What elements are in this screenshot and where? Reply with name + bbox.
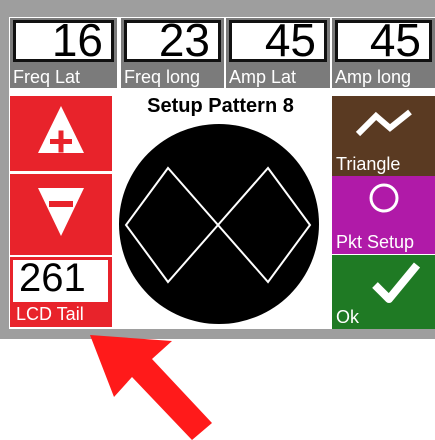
amp-lat-box[interactable]: 45 Amp Lat [226, 14, 330, 88]
ok-label: Ok [336, 307, 360, 327]
pkt-setup-label: Pkt Setup [336, 232, 415, 252]
wave-icon [355, 109, 412, 137]
lcd-tail-value: 261 [19, 256, 86, 300]
amp-long-value: 45 [369, 14, 421, 66]
triangle-label: Triangle [336, 154, 401, 174]
decrease-button[interactable] [10, 174, 112, 255]
increase-button[interactable] [10, 96, 112, 171]
amp-long-label: Amp long [335, 67, 412, 87]
triangle-button[interactable]: Triangle [332, 96, 435, 176]
freq-long-value-box: 23 [124, 14, 221, 66]
amp-lat-value-box: 45 [229, 14, 327, 66]
freq-long-label: Freq long [124, 67, 201, 87]
page-title: Setup Pattern 8 [147, 95, 294, 117]
ok-button[interactable]: Ok [332, 255, 435, 329]
freq-lat-box[interactable]: 16 Freq Lat [10, 14, 117, 88]
freq-long-box[interactable]: 23 Freq long [121, 14, 224, 88]
lcd-tail-value-box: 261 [13, 256, 108, 302]
amp-long-value-box: 45 [335, 14, 432, 66]
amp-lat-value: 45 [264, 14, 316, 66]
amp-long-box[interactable]: 45 Amp long [332, 14, 435, 88]
pattern-preview [119, 124, 319, 324]
plus-icon [38, 106, 84, 153]
freq-lat-label: Freq Lat [13, 67, 81, 87]
freq-lat-value: 16 [51, 14, 103, 66]
circle-icon [369, 183, 399, 213]
pkt-setup-button[interactable]: Pkt Setup [332, 176, 435, 254]
red-arrow-pointer [90, 335, 212, 440]
lcd-tail-label: LCD Tail [16, 304, 84, 324]
minus-icon [38, 188, 84, 236]
freq-long-value: 23 [158, 14, 210, 66]
lcd-tail-box[interactable]: 261 LCD Tail [10, 257, 112, 327]
amp-lat-label: Amp Lat [229, 67, 297, 87]
freq-lat-value-box: 16 [13, 14, 114, 66]
checkmark-icon [372, 262, 421, 303]
